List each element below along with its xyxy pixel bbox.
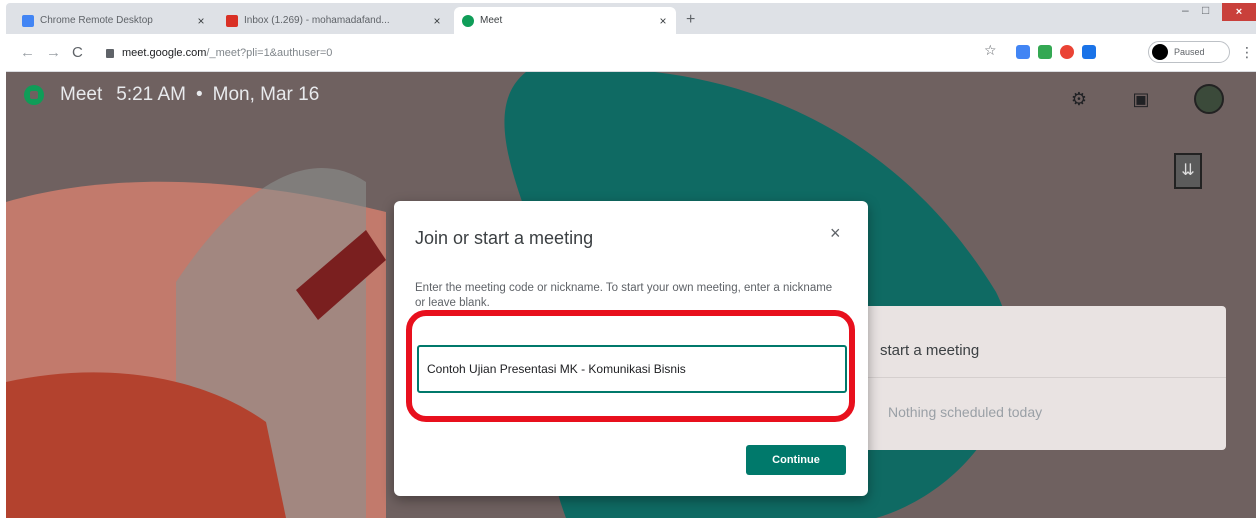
meeting-card: start a meeting Nothing scheduled today — [826, 306, 1226, 450]
forward-icon[interactable]: → — [46, 44, 61, 61]
tab-meet[interactable]: Meet × — [454, 7, 676, 34]
schedule-status: Nothing scheduled today — [888, 404, 1043, 420]
settings-gear-icon[interactable]: ⚙ — [1068, 88, 1090, 110]
current-date: Mon, Mar 16 — [212, 84, 320, 105]
continue-button[interactable]: Continue — [746, 445, 846, 475]
menu-icon[interactable]: ⋮ — [1240, 44, 1254, 61]
meet-logo-icon — [24, 85, 44, 105]
minimize-icon[interactable]: – — [1182, 3, 1189, 17]
tab-title: Inbox (1.269) - mohamadafand... — [244, 15, 390, 26]
side-panel-icon[interactable]: ⇊ — [1174, 153, 1202, 189]
start-meeting-label[interactable]: start a meeting — [880, 342, 979, 359]
extension-icon[interactable] — [1016, 45, 1030, 59]
user-avatar[interactable] — [1194, 84, 1224, 114]
close-tab-icon[interactable]: × — [194, 14, 208, 28]
meeting-code-input[interactable]: Contoh Ujian Presentasi MK - Komunikasi … — [417, 345, 847, 393]
extension-icon[interactable] — [1082, 45, 1096, 59]
dialog-description: Enter the meeting code or nickname. To s… — [415, 282, 833, 309]
header-separator: • — [195, 84, 203, 105]
chrome-remote-desktop-icon — [22, 14, 34, 27]
tab-title: Chrome Remote Desktop — [40, 15, 153, 26]
tab-inbox[interactable]: Inbox (1.269) - mohamadafand... × — [218, 7, 450, 34]
browser-toolbar: ← → C meet.google.com /_meet?pli=1&authu… — [6, 34, 1256, 72]
profile-avatar — [1152, 44, 1168, 60]
close-tab-icon[interactable]: × — [430, 14, 444, 28]
extension-icon[interactable] — [1038, 45, 1052, 59]
meet-favicon-icon — [462, 14, 474, 27]
app-name: Meet — [60, 84, 103, 105]
meet-header: Meet 5:21 AM • Mon, Mar 16 — [24, 84, 319, 106]
bookmark-star-icon[interactable]: ☆ — [984, 42, 997, 59]
tab-title: Meet — [480, 15, 503, 26]
join-meeting-dialog: Join or start a meeting × Enter the meet… — [394, 201, 868, 496]
dialog-title: Join or start a meeting — [415, 228, 594, 248]
lock-icon — [106, 48, 114, 58]
url-host: meet.google.com — [122, 47, 207, 59]
address-bar[interactable]: meet.google.com /_meet?pli=1&authuser=0 — [106, 42, 966, 64]
new-tab-icon[interactable]: + — [686, 11, 695, 29]
reload-icon[interactable]: C — [72, 44, 83, 61]
opera-extension-icon[interactable] — [1060, 45, 1074, 59]
card-divider — [826, 377, 1226, 378]
back-icon[interactable]: ← — [20, 44, 35, 61]
close-icon[interactable]: × — [830, 223, 841, 244]
profile-button[interactable]: Paused — [1148, 41, 1230, 63]
profile-status: Paused — [1174, 47, 1205, 57]
close-tab-icon[interactable]: × — [656, 14, 670, 28]
gmail-icon — [226, 14, 238, 27]
tab-chrome-remote-desktop[interactable]: Chrome Remote Desktop × — [14, 7, 214, 34]
browser-tabbar: Chrome Remote Desktop × Inbox (1.269) - … — [6, 3, 1256, 34]
feedback-icon[interactable]: ▣ — [1130, 88, 1152, 110]
url-path: /_meet?pli=1&authuser=0 — [206, 47, 333, 59]
maximize-icon[interactable]: □ — [1202, 3, 1209, 17]
window-close-icon[interactable]: × — [1222, 3, 1256, 21]
current-time: 5:21 AM — [116, 84, 186, 105]
